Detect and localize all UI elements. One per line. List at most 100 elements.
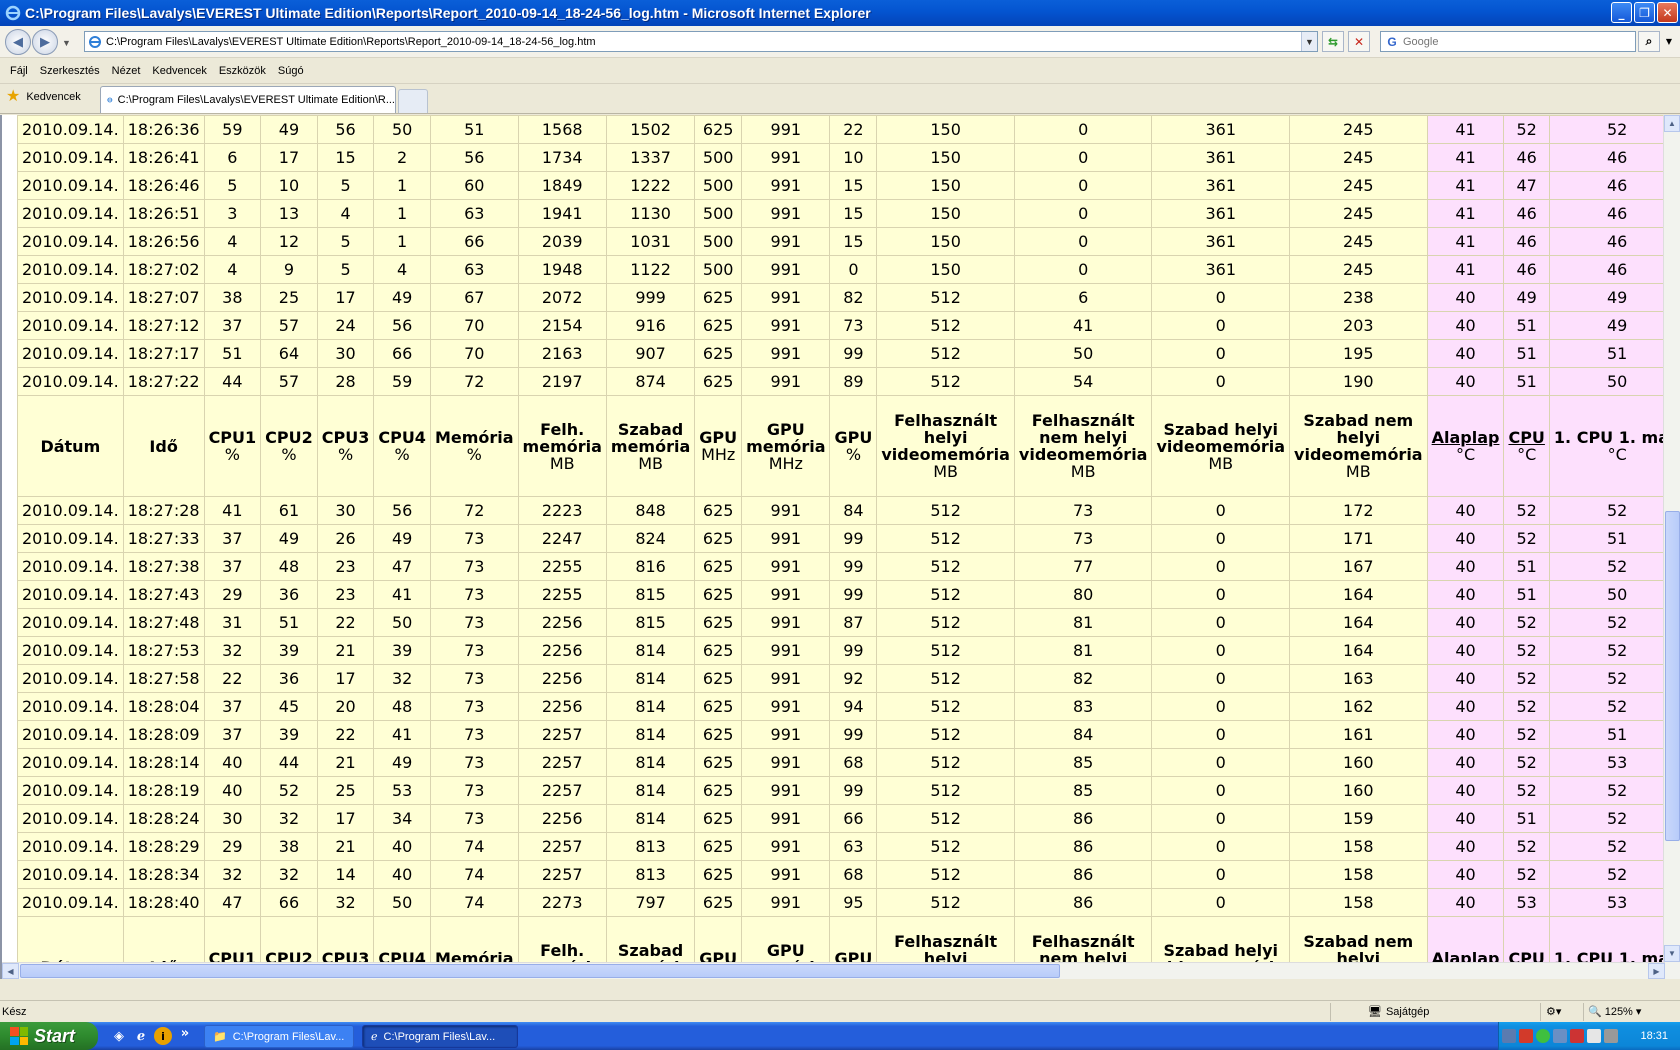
protected-mode-icon[interactable]: ⚙▾ <box>1546 1005 1561 1018</box>
taskbar-item-ie[interactable]: ℯ C:\Program Files\Lav... <box>362 1025 518 1048</box>
table-cell: 34 <box>373 804 431 833</box>
scroll-right-icon[interactable]: ▶ <box>1648 963 1665 979</box>
address-dropdown-icon[interactable]: ▼ <box>1301 32 1317 51</box>
table-cell: 51 <box>429 115 519 144</box>
menu-tools[interactable]: Eszközök <box>213 65 272 77</box>
back-button[interactable]: ◀ <box>5 29 31 55</box>
table-cell: 13 <box>260 199 318 228</box>
table-cell: 30 <box>316 496 375 525</box>
column-header-unit: % <box>337 445 354 464</box>
system-tray: 18:31 <box>1498 1022 1680 1050</box>
table-cell: 56 <box>373 311 431 340</box>
menu-help[interactable]: Súgó <box>272 65 310 77</box>
quicklaunch-desktop-icon[interactable]: ◈ <box>110 1027 128 1045</box>
horizontal-scroll-thumb[interactable] <box>20 964 1060 978</box>
table-cell: 18:27:33 <box>122 524 205 553</box>
search-options-icon[interactable]: ▼ <box>1662 31 1676 52</box>
table-cell: 49 <box>260 115 318 144</box>
table-cell: 150 <box>876 171 1015 200</box>
tray-app-icon[interactable] <box>1553 1029 1567 1043</box>
tray-warning-icon[interactable] <box>1570 1029 1584 1043</box>
forward-button[interactable]: ▶ <box>32 29 58 55</box>
quicklaunch-ie-icon[interactable]: ℯ <box>132 1027 150 1045</box>
table-cell: 52 <box>1503 664 1550 693</box>
zoom-control[interactable]: 🔍 125% ▾ <box>1588 1005 1642 1019</box>
favorites-button[interactable]: ★ Kedvencek <box>6 89 81 105</box>
table-cell: 2154 <box>517 311 607 340</box>
table-row: 2010.09.14. 18:26:51 3 13 4 1 63 1941 1130 500 991… <box>17 199 1680 228</box>
table-cell: 15 <box>829 227 878 256</box>
table-cell: 512 <box>876 692 1015 721</box>
column-header[interactable]: CPU°C <box>1503 395 1550 497</box>
vertical-scrollbar[interactable]: ▲ ▼ <box>1663 115 1680 979</box>
status-text: Kész <box>2 1005 27 1018</box>
search-button[interactable]: ⌕ <box>1638 31 1660 52</box>
table-cell: 625 <box>694 748 743 777</box>
horizontal-scrollbar[interactable]: ◀ ▶ <box>2 962 1665 979</box>
table-cell: 37 <box>203 311 262 340</box>
table-cell: 52 <box>1503 832 1550 861</box>
table-cell: 5 <box>316 255 375 284</box>
tray-network-icon[interactable] <box>1502 1029 1516 1043</box>
tab-report[interactable]: C:\Program Files\Lavalys\EVEREST Ultimat… <box>100 86 396 113</box>
tray-extra-icon[interactable] <box>1604 1029 1618 1043</box>
table-cell: 991 <box>741 580 831 609</box>
menu-file[interactable]: Fájl <box>4 65 34 77</box>
table-cell: 18:27:48 <box>122 608 205 637</box>
table-row: 2010.09.14. 18:27:43 29 36 23 41 73 2255 815 625 9… <box>17 580 1680 609</box>
scroll-up-icon[interactable]: ▲ <box>1664 115 1680 132</box>
table-cell: 17 <box>316 664 375 693</box>
table-cell: 20 <box>316 692 375 721</box>
close-button[interactable]: ✕ <box>1657 2 1678 23</box>
zoom-dropdown-icon[interactable]: ▾ <box>1636 1005 1642 1018</box>
table-cell: 2010.09.14. <box>17 804 124 833</box>
menu-view[interactable]: Nézet <box>106 65 147 77</box>
table-cell: 18:28:34 <box>122 860 205 889</box>
table-cell: 361 <box>1151 143 1291 172</box>
table-cell: 171 <box>1289 524 1428 553</box>
history-dropdown-icon[interactable]: ▼ <box>62 38 71 48</box>
scroll-down-icon[interactable]: ▼ <box>1664 945 1680 962</box>
table-cell: 15 <box>829 171 878 200</box>
table-cell: 2010.09.14. <box>17 283 124 312</box>
table-cell: 1222 <box>605 171 696 200</box>
scroll-left-icon[interactable]: ◀ <box>2 963 19 979</box>
computer-icon: 🖥 <box>1368 1006 1382 1018</box>
search-input[interactable] <box>1403 35 1623 48</box>
table-cell: 81 <box>1013 608 1153 637</box>
table-cell: 41 <box>1426 227 1505 256</box>
vertical-scroll-thumb[interactable] <box>1665 511 1680 841</box>
table-cell: 18:28:04 <box>122 692 205 721</box>
address-bar[interactable]: C:\Program Files\Lavalys\EVEREST Ultimat… <box>84 31 1318 52</box>
ie-window: { "window": { "title": "C:\\Program File… <box>0 0 1680 1050</box>
refresh-button[interactable]: ⇆ <box>1322 31 1344 52</box>
tray-status-icon[interactable] <box>1536 1029 1550 1043</box>
table-cell: 63 <box>429 255 519 284</box>
table-cell: 47 <box>1503 171 1550 200</box>
table-cell: 60 <box>429 171 519 200</box>
tab-title: C:\Program Files\Lavalys\EVEREST Ultimat… <box>117 94 395 106</box>
table-row: 2010.09.14. 18:28:04 37 45 20 48 73 2256 814 625 9… <box>17 692 1680 721</box>
column-header[interactable]: Alaplap°C <box>1426 395 1505 497</box>
search-box[interactable]: G <box>1380 31 1636 52</box>
tray-volume-icon[interactable] <box>1587 1029 1601 1043</box>
table-cell: 84 <box>1013 720 1153 749</box>
table-cell: 5 <box>316 171 375 200</box>
taskbar-item-folder[interactable]: 📁 C:\Program Files\Lav... <box>204 1025 354 1048</box>
menu-favorites[interactable]: Kedvencek <box>146 65 212 77</box>
table-cell: 66 <box>429 227 519 256</box>
start-button[interactable]: Start <box>0 1022 98 1050</box>
page-content[interactable]: 2010.09.14. 18:26:36 59 49 56 50 51 1568 1502 625… <box>0 115 1680 979</box>
table-cell: 5 <box>203 171 262 200</box>
address-url[interactable]: C:\Program Files\Lavalys\EVEREST Ultimat… <box>106 36 596 48</box>
new-tab-button[interactable] <box>398 89 428 113</box>
quicklaunch-more-icon[interactable]: » <box>176 1024 194 1042</box>
maximize-button[interactable]: ❐ <box>1634 2 1655 23</box>
quicklaunch-info-icon[interactable]: i <box>154 1027 172 1045</box>
table-cell: 991 <box>741 860 831 889</box>
stop-button[interactable]: ✕ <box>1348 31 1370 52</box>
table-cell: 18:26:36 <box>122 115 205 144</box>
tray-antivirus-icon[interactable] <box>1519 1029 1533 1043</box>
menu-edit[interactable]: Szerkesztés <box>34 65 106 77</box>
minimize-button[interactable]: _ <box>1611 2 1632 23</box>
